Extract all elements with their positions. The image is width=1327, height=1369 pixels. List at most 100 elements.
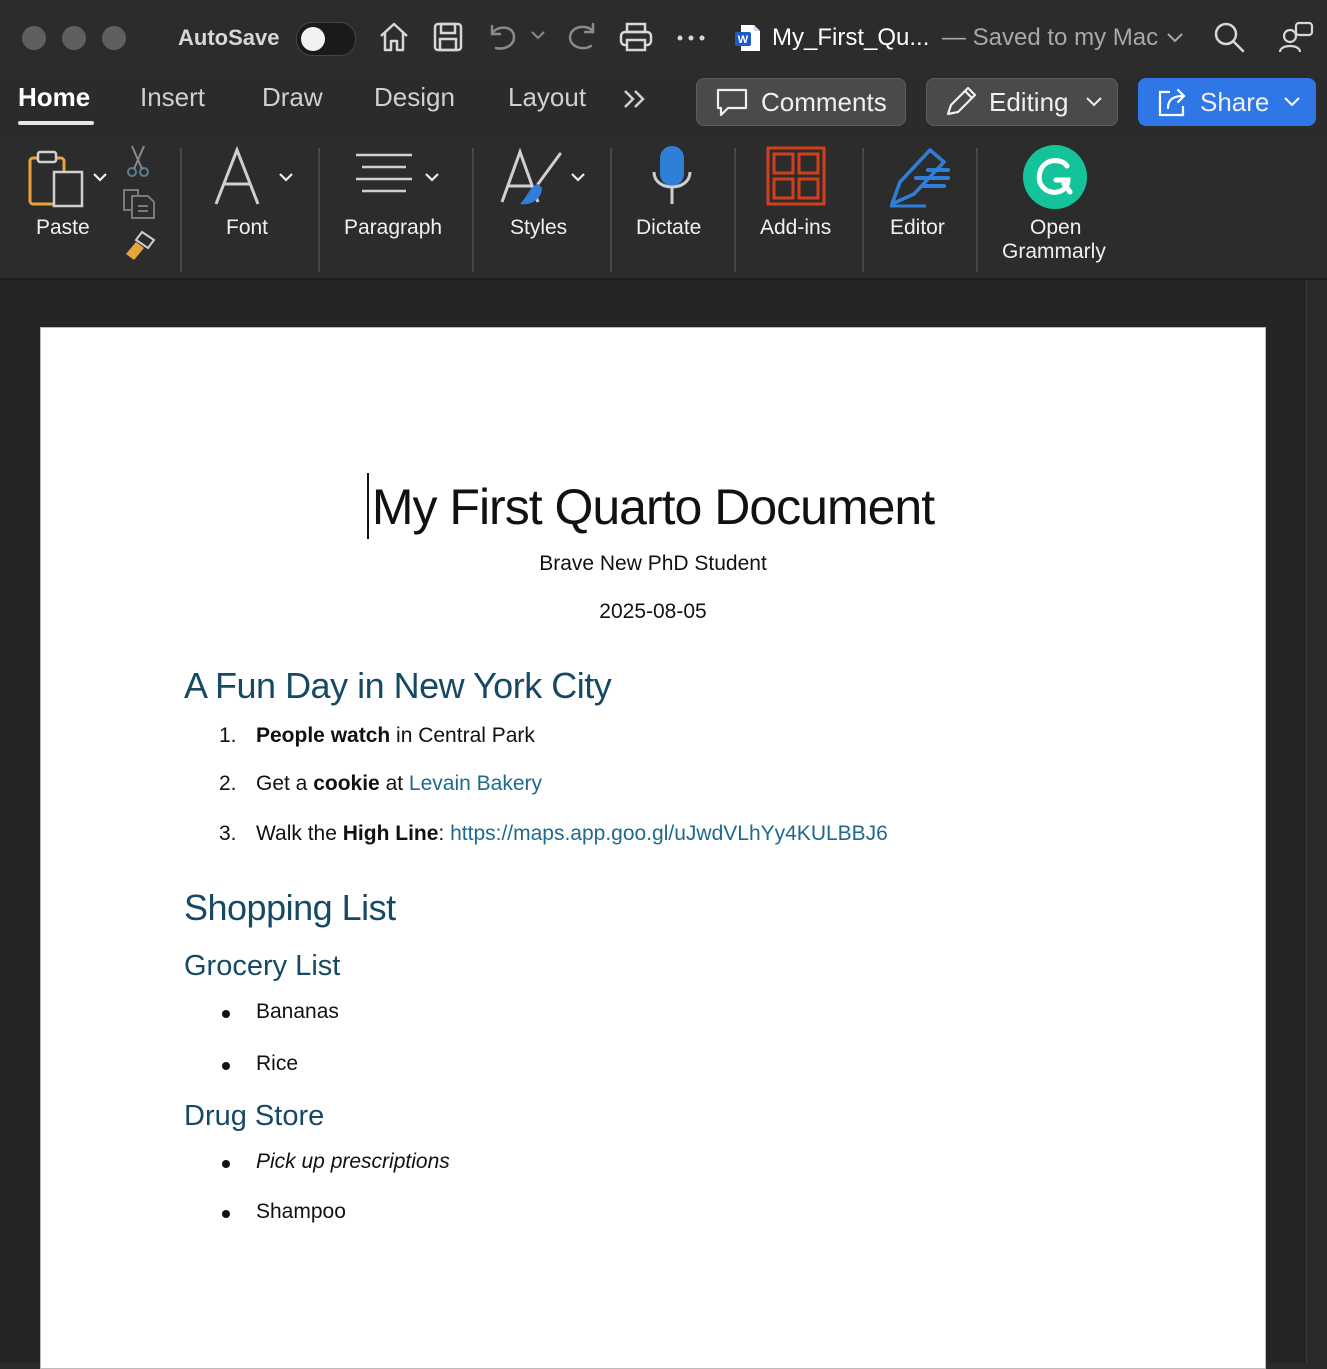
cut-scissors-icon[interactable] (126, 144, 150, 178)
list-item[interactable]: Get a cookie at Levain Bakery (256, 772, 542, 796)
styles-chevron-icon[interactable] (570, 172, 586, 184)
list-item-text: at (379, 772, 409, 795)
add-ins-label: Add-ins (760, 216, 832, 239)
microphone-icon[interactable] (650, 144, 694, 206)
format-painter-icon[interactable] (122, 230, 156, 262)
bullet-point (222, 1160, 230, 1168)
share-label: Share (1200, 86, 1270, 117)
paste-label: Paste (36, 216, 90, 239)
close-window-button[interactable] (22, 26, 46, 50)
paste-options-chevron-icon[interactable] (92, 172, 108, 184)
ribbon-separator (610, 148, 612, 272)
chevron-down-icon (1284, 97, 1301, 107)
autosave-toggle[interactable] (296, 22, 356, 56)
ribbon-separator (976, 148, 978, 272)
word-document-icon: W (735, 25, 760, 51)
paste-icon[interactable] (28, 150, 86, 208)
list-item[interactable]: Walk the High Line: https://maps.app.goo… (256, 822, 888, 846)
redo-icon[interactable] (565, 20, 599, 54)
ribbon-separator (734, 148, 736, 272)
dictate-label: Dictate (636, 216, 702, 239)
zoom-window-button[interactable] (102, 26, 126, 50)
list-number: 1. (219, 724, 237, 747)
bullet-point (222, 1210, 230, 1218)
copy-icon[interactable] (122, 188, 156, 220)
bullet-point (222, 1010, 230, 1018)
print-icon[interactable] (618, 20, 654, 54)
grammarly-label-line1: Open (1030, 216, 1082, 239)
list-item-text: Get a (256, 772, 314, 795)
ribbon-separator (318, 148, 320, 272)
chevron-down-icon (1085, 97, 1102, 107)
paragraph-icon[interactable] (354, 152, 414, 198)
list-number: 3. (219, 822, 237, 845)
font-label: Font (226, 216, 269, 239)
section-heading-shopping[interactable]: Shopping List (184, 887, 396, 929)
tab-insert[interactable]: Insert (140, 82, 205, 113)
bullet-point (222, 1062, 230, 1070)
subheading-drug-store[interactable]: Drug Store (184, 1100, 324, 1133)
editing-mode-button[interactable]: Editing (926, 78, 1118, 126)
more-options-icon[interactable] (676, 34, 706, 42)
ribbon-separator (862, 148, 864, 272)
svg-text:W: W (738, 34, 749, 46)
comments-button[interactable]: Comments (696, 78, 906, 126)
list-item-text: : (438, 822, 451, 845)
section-heading-nyc[interactable]: A Fun Day in New York City (184, 665, 612, 707)
list-number: 2. (219, 772, 237, 795)
minimize-window-button[interactable] (62, 26, 86, 50)
editor-pen-icon[interactable] (886, 144, 952, 208)
document-filename[interactable]: My_First_Qu... (772, 24, 929, 52)
bold-text: High Line (342, 822, 439, 845)
save-status[interactable]: — Saved to my Mac (942, 24, 1158, 52)
tab-home[interactable]: Home (18, 82, 90, 113)
undo-icon[interactable] (486, 20, 520, 54)
share-button[interactable]: Share (1138, 78, 1316, 126)
list-item-text: Walk the (256, 822, 343, 845)
tab-layout[interactable]: Layout (508, 82, 586, 113)
editor-label: Editor (890, 216, 945, 239)
font-icon[interactable] (212, 146, 262, 206)
styles-label: Styles (510, 216, 568, 239)
undo-dropdown-chevron-icon[interactable] (530, 30, 546, 42)
account-icon[interactable] (1278, 20, 1316, 54)
grammarly-label-line2: Grammarly (1002, 240, 1106, 263)
paragraph-chevron-icon[interactable] (424, 172, 440, 184)
styles-icon[interactable] (500, 148, 566, 210)
vertical-scrollbar[interactable] (1306, 280, 1327, 1363)
more-tabs-chevron-icon[interactable] (622, 88, 648, 110)
list-item[interactable]: Bananas (256, 1000, 339, 1024)
document-page[interactable]: My First Quarto Document Brave New PhD S… (40, 327, 1266, 1369)
font-chevron-icon[interactable] (278, 172, 294, 184)
bold-text: cookie (313, 772, 380, 795)
autosave-label: AutoSave (178, 25, 280, 50)
list-item[interactable]: Pick up prescriptions (256, 1150, 450, 1174)
add-ins-icon[interactable] (766, 146, 826, 206)
save-icon[interactable] (432, 20, 464, 54)
ribbon-separator (180, 148, 182, 272)
list-item[interactable]: Rice (256, 1052, 298, 1076)
tab-draw[interactable]: Draw (262, 82, 323, 113)
editing-label: Editing (989, 86, 1069, 117)
bold-text: People watch (256, 724, 391, 747)
list-item[interactable]: Shampoo (256, 1200, 346, 1224)
levain-bakery-link[interactable]: Levain Bakery (409, 772, 542, 795)
paragraph-label: Paragraph (344, 216, 443, 239)
comments-label: Comments (761, 86, 887, 117)
document-author[interactable]: Brave New PhD Student (41, 552, 1265, 576)
tab-design[interactable]: Design (374, 82, 455, 113)
subheading-grocery[interactable]: Grocery List (184, 950, 340, 983)
active-tab-indicator (18, 121, 94, 125)
save-status-chevron-icon[interactable] (1166, 32, 1184, 44)
search-icon[interactable] (1212, 20, 1246, 54)
home-icon[interactable] (378, 20, 410, 54)
document-title[interactable]: My First Quarto Document (41, 478, 1265, 536)
comment-icon (716, 88, 748, 117)
document-date[interactable]: 2025-08-05 (41, 600, 1265, 624)
grammarly-icon[interactable] (1022, 144, 1088, 210)
title-bar: AutoSave W My_First_Qu... — Saved to my … (0, 0, 1327, 76)
list-item[interactable]: People watch in Central Park (256, 724, 535, 748)
high-line-map-link[interactable]: https://maps.app.goo.gl/uJwdVLhYy4KULBBJ… (450, 822, 888, 845)
share-icon (1158, 88, 1186, 117)
pencil-icon (946, 86, 977, 116)
